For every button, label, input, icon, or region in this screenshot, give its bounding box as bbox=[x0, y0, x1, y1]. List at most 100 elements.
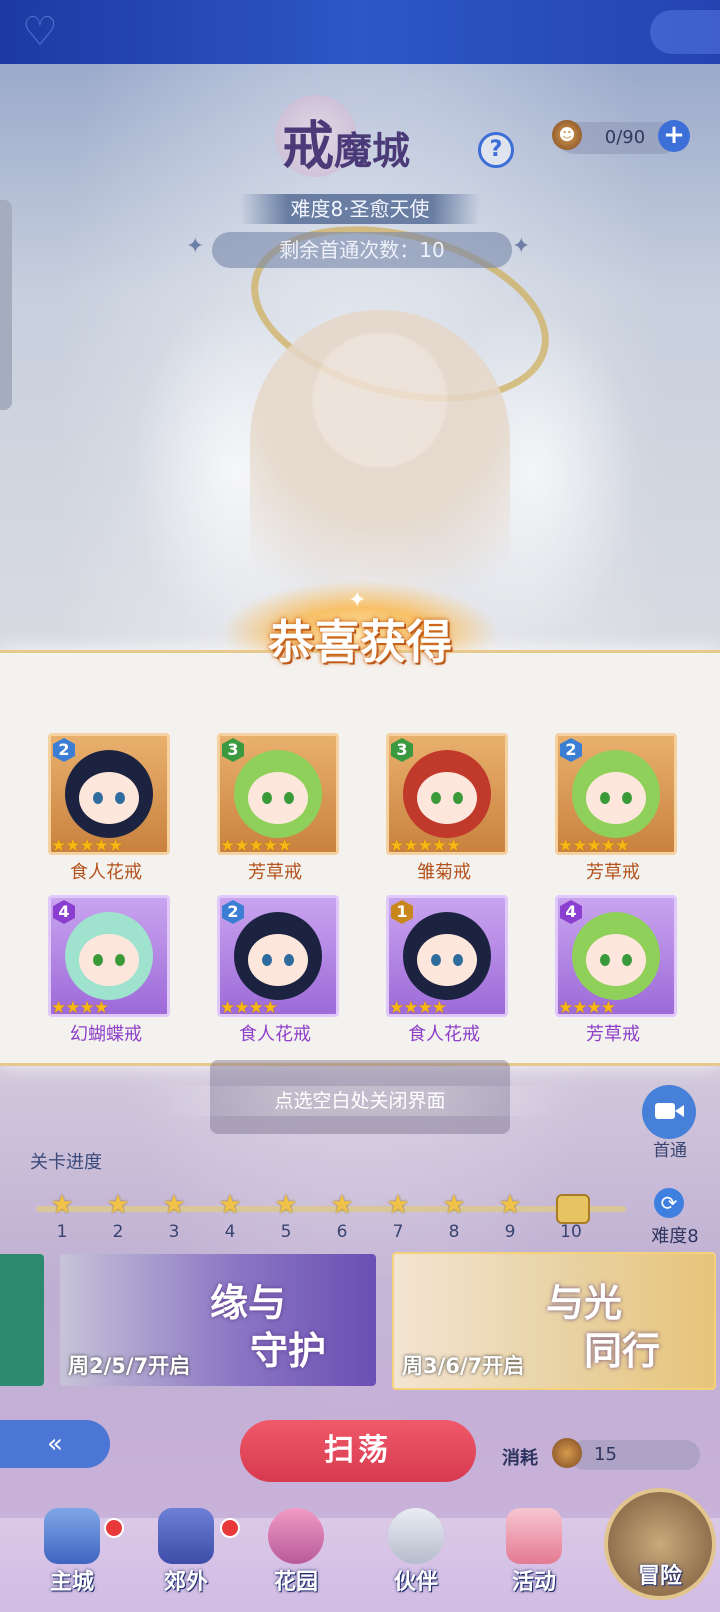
reward-item-card[interactable]: 2 ★★★★★ bbox=[555, 733, 677, 856]
reward-chest-icon[interactable] bbox=[556, 1194, 590, 1224]
top-status-strip: ♡ bbox=[0, 0, 720, 64]
nav-main-city[interactable]: 主城 bbox=[22, 1508, 124, 1602]
portrait-face bbox=[586, 772, 646, 824]
demon-coin-icon: ☻ bbox=[552, 120, 582, 150]
cost-label: 消耗 bbox=[502, 1448, 538, 1469]
portrait-face bbox=[248, 772, 308, 824]
level-badge: 3 bbox=[222, 738, 244, 762]
help-button[interactable]: ? bbox=[478, 132, 514, 168]
level-badge: 4 bbox=[53, 900, 75, 924]
star-rating: ★★★★ bbox=[51, 998, 109, 1018]
nav-label: 冒险 bbox=[637, 1564, 682, 1589]
star-rating: ★★★★★ bbox=[558, 836, 630, 856]
star-rating: ★★★★ bbox=[220, 998, 278, 1018]
hexagram-icon bbox=[158, 1508, 214, 1564]
reward-item-name: 芳草戒 bbox=[248, 862, 302, 883]
back-button[interactable]: « bbox=[0, 1420, 110, 1468]
level-badge: 2 bbox=[222, 900, 244, 924]
level-badge: 2 bbox=[53, 738, 75, 762]
stage-star-icon[interactable]: ★ bbox=[325, 1190, 359, 1220]
stage-number: 3 bbox=[168, 1222, 180, 1242]
stage-star-icon[interactable]: ★ bbox=[101, 1190, 135, 1220]
event-schedule: 周3/6/7开启 bbox=[402, 1354, 525, 1378]
heart-arrow-icon: ♡ bbox=[22, 9, 58, 55]
reward-item-card[interactable]: 3 ★★★★★ bbox=[217, 733, 339, 856]
reward-item-card[interactable]: 1 ★★★★ bbox=[386, 895, 508, 1018]
portrait-face bbox=[79, 934, 139, 986]
portrait-face bbox=[417, 772, 477, 824]
swirl-decoration bbox=[650, 10, 720, 54]
sparkle-icon: ✦ bbox=[186, 234, 205, 259]
nav-label: 郊外 bbox=[163, 1570, 208, 1595]
stage-number: 2 bbox=[112, 1222, 124, 1242]
portrait-face bbox=[248, 934, 308, 986]
reward-item-name: 芳草戒 bbox=[586, 862, 640, 883]
stage-star-icon[interactable]: ★ bbox=[157, 1190, 191, 1220]
reward-item-card[interactable]: 2 ★★★★★ bbox=[48, 733, 170, 856]
stage-star-icon[interactable]: ★ bbox=[213, 1190, 247, 1220]
stage-number: 4 bbox=[224, 1222, 236, 1242]
close-hint[interactable]: 点选空白处关闭界面 bbox=[160, 1086, 560, 1116]
difficulty-banner: 难度8·圣愈天使 bbox=[240, 194, 480, 224]
nav-activity[interactable]: 活动 bbox=[484, 1508, 584, 1602]
title-main-char: 戒 bbox=[282, 116, 335, 177]
reward-item-name: 食人花戒 bbox=[239, 1024, 311, 1045]
event-schedule: 周2/5/7开启 bbox=[68, 1354, 191, 1378]
remaining-first-clears: 剩余首通次数：10 bbox=[212, 232, 512, 268]
side-drawer-tab[interactable] bbox=[0, 200, 12, 410]
reward-item-name: 食人花戒 bbox=[408, 1024, 480, 1045]
sweep-button[interactable]: 扫荡 bbox=[240, 1420, 476, 1482]
add-resource-button[interactable]: + bbox=[658, 120, 690, 152]
level-badge: 1 bbox=[391, 900, 413, 924]
refresh-difficulty-icon[interactable]: ⟳ bbox=[654, 1188, 684, 1218]
cost-value: 15 bbox=[594, 1444, 617, 1465]
reward-item-name: 雏菊戒 bbox=[417, 862, 471, 883]
reward-item-name: 食人花戒 bbox=[70, 862, 142, 883]
level-badge: 3 bbox=[391, 738, 413, 762]
event-banner-partial[interactable] bbox=[0, 1254, 44, 1386]
title-rest: 魔城 bbox=[334, 128, 411, 173]
stage-number: 10 bbox=[560, 1222, 582, 1242]
stage-star-icon[interactable]: ★ bbox=[437, 1190, 471, 1220]
stage-star-icon[interactable]: ★ bbox=[381, 1190, 415, 1220]
reward-item-card[interactable]: 4 ★★★★ bbox=[555, 895, 677, 1018]
star-rating: ★★★★★ bbox=[220, 836, 292, 856]
reward-item-card[interactable]: 2 ★★★★ bbox=[217, 895, 339, 1018]
nav-garden[interactable]: 花园 bbox=[246, 1508, 346, 1602]
stage-number: 8 bbox=[448, 1222, 460, 1242]
nav-label: 主城 bbox=[49, 1570, 94, 1595]
popup-title: 恭喜获得 bbox=[268, 615, 452, 669]
nav-label: 活动 bbox=[511, 1570, 556, 1595]
stage-progress-title: 关卡进度 bbox=[30, 1152, 102, 1173]
event-banner-light[interactable]: 与光 同行 周3/6/7开启 bbox=[392, 1252, 716, 1390]
nav-adventure[interactable]: 冒险 bbox=[604, 1488, 716, 1600]
reward-item-name: 芳草戒 bbox=[586, 1024, 640, 1045]
reward-item-name: 幻蝴蝶戒 bbox=[70, 1024, 142, 1045]
stage-star-icon[interactable]: ★ bbox=[45, 1190, 79, 1220]
resource-count: 0/90 bbox=[604, 127, 646, 148]
reward-item-card[interactable]: 4 ★★★★ bbox=[48, 895, 170, 1018]
nav-label: 花园 bbox=[273, 1570, 318, 1595]
portrait-face bbox=[586, 934, 646, 986]
stage-star-icon[interactable]: ★ bbox=[269, 1190, 303, 1220]
heart-icon bbox=[268, 1508, 324, 1564]
partner-avatar-icon bbox=[388, 1508, 444, 1564]
level-badge: 4 bbox=[560, 900, 582, 924]
stage-number: 7 bbox=[392, 1222, 404, 1242]
stage-number: 9 bbox=[504, 1222, 516, 1242]
portrait-face bbox=[79, 772, 139, 824]
event-banner-bond[interactable]: 缘与 守护 周2/5/7开启 bbox=[60, 1254, 376, 1386]
nav-label: 伙伴 bbox=[393, 1570, 438, 1595]
first-clear-video-button[interactable] bbox=[642, 1085, 696, 1139]
reward-item-card[interactable]: 3 ★★★★★ bbox=[386, 733, 508, 856]
nav-partner[interactable]: 伙伴 bbox=[366, 1508, 466, 1602]
star-rating: ★★★★★ bbox=[389, 836, 461, 856]
stage-number: 5 bbox=[280, 1222, 292, 1242]
difficulty-label[interactable]: 难度8 bbox=[640, 1222, 710, 1248]
stage-number: 6 bbox=[336, 1222, 348, 1242]
nav-suburbs[interactable]: 郊外 bbox=[136, 1508, 240, 1602]
notification-dot bbox=[220, 1518, 240, 1538]
event-title-line1: 与光 bbox=[546, 1280, 623, 1325]
stage-star-icon[interactable]: ★ bbox=[493, 1190, 527, 1220]
dungeon-title: 戒魔城 bbox=[282, 104, 410, 179]
